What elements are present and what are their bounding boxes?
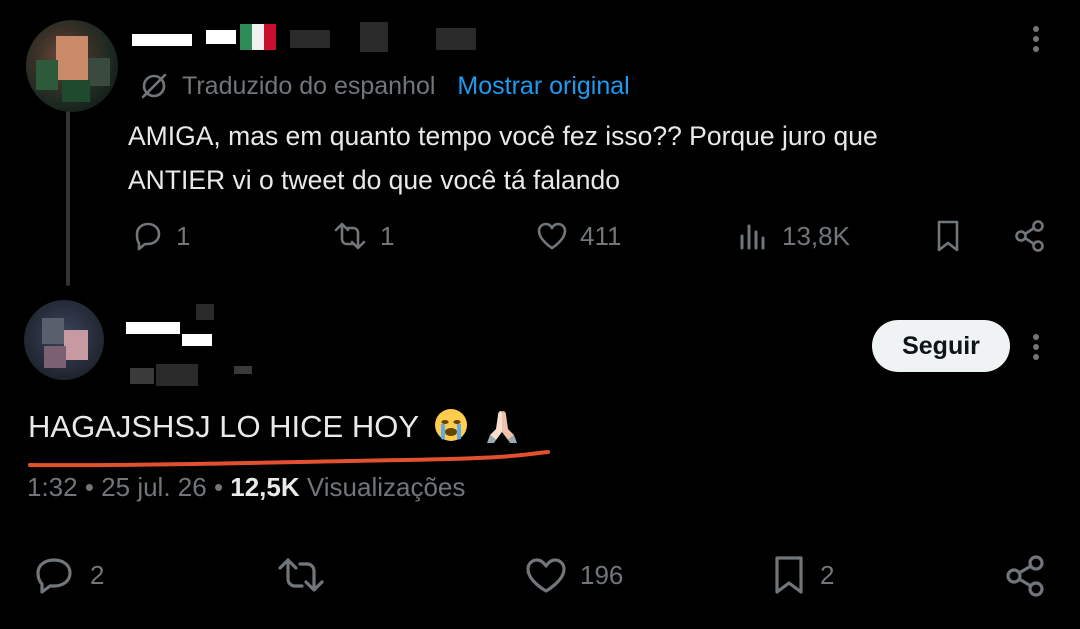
share-icon bbox=[1006, 555, 1044, 597]
bookmark-icon bbox=[775, 556, 803, 594]
redacted-flag bbox=[240, 24, 252, 50]
avatar-censor-block bbox=[42, 318, 64, 344]
tweet-time[interactable]: 1:32 bbox=[27, 472, 78, 502]
reply-count: 1 bbox=[176, 220, 191, 251]
tweet-date[interactable]: 25 jul. 26 bbox=[101, 472, 207, 502]
reply-icon bbox=[135, 222, 161, 251]
reply-tweet-text: AMIGA, mas em quanto tempo você fez isso… bbox=[128, 114, 1028, 202]
views-icon bbox=[740, 224, 765, 250]
main-tweet-body: HAGAJSHSJ LO HICE HOY bbox=[28, 409, 419, 444]
reply-like-button[interactable]: 411 bbox=[534, 218, 621, 254]
repost-icon bbox=[278, 558, 324, 592]
redacted-username bbox=[206, 30, 236, 44]
views-label: Visualizações bbox=[306, 472, 466, 502]
redacted-username bbox=[182, 334, 212, 346]
more-icon bbox=[1033, 26, 1039, 52]
bookmark-icon bbox=[937, 220, 959, 252]
main-share-button[interactable] bbox=[1002, 554, 1060, 598]
more-icon bbox=[1033, 334, 1039, 360]
reply-reply-button[interactable]: 1 bbox=[130, 218, 190, 254]
reply-author-avatar[interactable] bbox=[26, 20, 118, 112]
meta-separator: • bbox=[213, 472, 231, 502]
reply-share-button[interactable] bbox=[1012, 218, 1058, 254]
red-underline-annotation bbox=[28, 450, 550, 468]
avatar-censor-block bbox=[56, 36, 88, 80]
redacted-flag bbox=[252, 24, 264, 50]
avatar-censor-block bbox=[88, 58, 110, 86]
reply-views-button[interactable]: 13,8K bbox=[736, 218, 850, 254]
like-count: 196 bbox=[580, 559, 624, 590]
reply-count: 2 bbox=[90, 559, 105, 590]
like-icon bbox=[526, 558, 566, 593]
like-count: 411 bbox=[580, 220, 622, 251]
reply-text-line: ANTIER vi o tweet do que você tá falando bbox=[128, 165, 620, 195]
redacted-handle bbox=[156, 364, 198, 386]
main-like-button[interactable]: 196 bbox=[522, 554, 623, 596]
tweet-metadata: 1:32 • 25 jul. 26 • 12,5K Visualizações bbox=[27, 472, 465, 503]
redacted-username bbox=[196, 304, 214, 320]
reply-bookmark-button[interactable] bbox=[932, 218, 974, 254]
avatar-censor-block bbox=[36, 60, 58, 90]
redacted-handle bbox=[234, 366, 252, 374]
thread-connector-line bbox=[66, 96, 70, 286]
main-reply-button[interactable]: 2 bbox=[32, 554, 104, 596]
redacted-username bbox=[126, 322, 180, 334]
views-count: 13,8K bbox=[782, 220, 850, 251]
redacted-username bbox=[132, 34, 192, 46]
main-bookmark-button[interactable]: 2 bbox=[768, 554, 834, 596]
main-more-button[interactable] bbox=[1024, 330, 1048, 369]
reply-icon bbox=[36, 558, 72, 594]
redacted-username bbox=[290, 30, 330, 48]
share-icon bbox=[1015, 220, 1044, 252]
reply-repost-button[interactable]: 1 bbox=[330, 218, 394, 254]
redacted-handle bbox=[130, 368, 154, 384]
main-author-avatar[interactable] bbox=[24, 300, 104, 380]
views-count: 12,5K bbox=[230, 472, 300, 502]
reply-more-button[interactable] bbox=[1024, 22, 1048, 61]
redacted-flag bbox=[264, 24, 276, 50]
translation-row: Traduzido do espanhol Mostrar original bbox=[138, 68, 630, 104]
folded-hands-emoji bbox=[486, 411, 517, 443]
bookmark-count: 2 bbox=[820, 559, 835, 590]
like-icon bbox=[537, 222, 567, 250]
redacted-username bbox=[360, 22, 388, 52]
follow-button[interactable]: Seguir bbox=[872, 320, 1010, 372]
reply-text-line: AMIGA, mas em quanto tempo você fez isso… bbox=[128, 121, 878, 151]
meta-separator: • bbox=[84, 472, 102, 502]
loudly-crying-face-emoji bbox=[435, 409, 468, 441]
show-original-link[interactable]: Mostrar original bbox=[457, 72, 629, 101]
translation-label: Traduzido do espanhol bbox=[182, 71, 436, 100]
avatar-censor-block bbox=[62, 80, 90, 102]
avatar-censor-block bbox=[44, 346, 66, 368]
redacted-username bbox=[436, 28, 476, 50]
avatar-censor-block bbox=[64, 330, 88, 360]
translate-icon bbox=[141, 73, 167, 99]
main-repost-button[interactable] bbox=[274, 554, 338, 596]
repost-count: 1 bbox=[380, 220, 395, 251]
repost-icon bbox=[334, 222, 366, 250]
